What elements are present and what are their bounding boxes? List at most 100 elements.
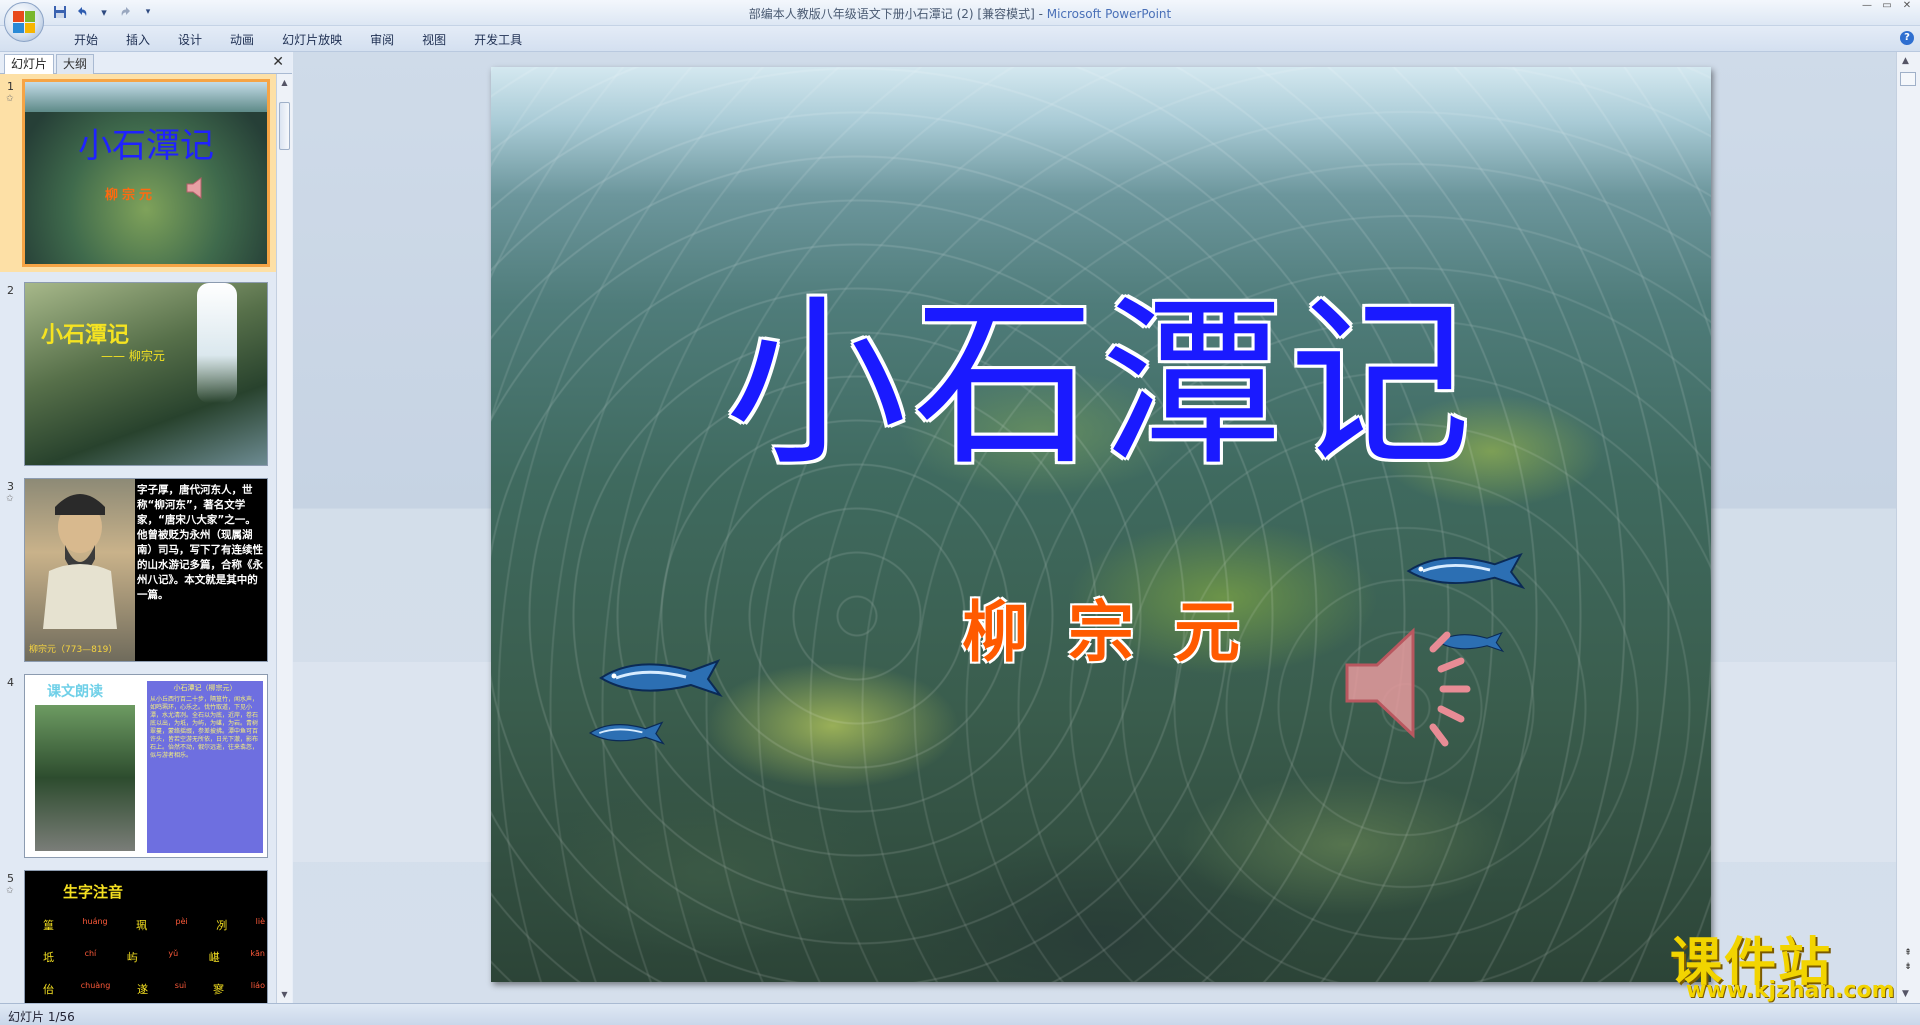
current-slide[interactable]: 小石潭记 柳宗元: [491, 67, 1711, 982]
char: 屿: [126, 951, 138, 964]
reading-label: 课文朗读: [47, 684, 103, 700]
phonetic-row: 篁 huáng 珮 pèi 冽 liè: [43, 917, 265, 933]
slide-scrollbar[interactable]: ▲ ⇞ ⇟ ▼: [1896, 52, 1920, 1003]
thumb-author: —— 柳宗元: [101, 349, 165, 363]
office-button[interactable]: [4, 2, 44, 42]
fish-icon: [599, 659, 723, 698]
slide-thumbnail-1[interactable]: 1 ✩ 小石潭记 柳宗元: [0, 74, 276, 272]
pinyin: chí: [84, 949, 97, 958]
phonetics-label: 生字注音: [63, 883, 124, 901]
maximize-icon[interactable]: ▭: [1878, 1, 1896, 12]
waterfall-image: [197, 283, 237, 403]
slide-number: 2: [7, 284, 14, 297]
fish-icon: [588, 721, 666, 745]
close-icon[interactable]: ✕: [1898, 1, 1916, 12]
text-box-title: 小石潭记（柳宗元）: [173, 684, 237, 692]
thumb-author: 柳宗元: [105, 188, 157, 203]
pinyin: yǔ: [168, 949, 179, 958]
watermark-url: www.kjzhan.com: [1686, 978, 1895, 1003]
slide-preview: 生字注音 篁 huáng 珮 pèi 冽 liè 坻 chí 屿 yǔ 嵁 kān 佁 chu…: [24, 870, 268, 1003]
ribbon-tab-bar: 开始 插入 设计 动画 幻灯片放映 审阅 视图 开发工具 ?: [0, 26, 1920, 52]
office-logo-icon: [13, 11, 35, 33]
scroll-up-icon[interactable]: ▲: [279, 78, 290, 87]
tab-home[interactable]: 开始: [60, 31, 112, 49]
scrollbar-thumb[interactable]: [1900, 72, 1916, 86]
thumb-title: 小石潭记: [41, 323, 130, 348]
slide-number: 3: [7, 480, 14, 493]
phonetic-row: 坻 chí 屿 yǔ 嵁 kān: [43, 949, 265, 965]
slide-preview: 柳宗元（773—819） 字子厚，唐代河东人，世称“柳河东”，著名文学家，“唐宋…: [24, 478, 268, 662]
phonetic-row: 佁 chuàng 遂 suì 寥 liáo: [43, 981, 265, 997]
char: 坻: [43, 951, 54, 964]
tab-developer[interactable]: 开发工具: [460, 31, 536, 49]
portrait-figure-icon: [43, 494, 117, 629]
watermark-logo: 课件站 www.kjzhan.com: [1670, 920, 1910, 1004]
animation-star-icon: ✩: [6, 886, 14, 896]
window-controls: — ▭ ✕: [1858, 1, 1916, 12]
slide-counter: 幻灯片 1/56: [8, 1010, 75, 1024]
minimize-icon[interactable]: —: [1858, 1, 1876, 12]
pinyin: liè: [255, 917, 265, 926]
help-icon[interactable]: ?: [1900, 31, 1914, 45]
char: 冽: [216, 919, 228, 932]
slide-thumbnail-2[interactable]: 2 小石潭记 —— 柳宗元: [0, 278, 276, 474]
pinyin: chuàng: [80, 981, 111, 990]
scroll-up-icon[interactable]: ▲: [1902, 56, 1909, 66]
speaker-icon: [186, 177, 202, 199]
slide-number: 1: [7, 80, 14, 93]
tab-outline[interactable]: 大纲: [56, 54, 95, 74]
slide-number: 4: [7, 676, 14, 689]
slide-thumbnail-list: 1 ✩ 小石潭记 柳宗元 2 小石潭记 —— 柳宗元 3 ✩ 柳宗元（773—8…: [0, 74, 276, 1003]
char: 嵁: [208, 951, 220, 964]
text-box: 小石潭记（柳宗元） 从小丘西行百二十步，隔篁竹，闻水声，如鸣珮环，心乐之。伐竹取…: [147, 681, 263, 853]
status-bar: 幻灯片 1/56: [0, 1003, 1920, 1025]
tab-slideshow[interactable]: 幻灯片放映: [268, 31, 356, 49]
slide-preview: 小石潭记 柳宗元: [22, 79, 270, 267]
title-bar: ▾ ▾ 部编本人教版八年级语文下册小石潭记 (2) [兼容模式] - Micro…: [0, 0, 1920, 26]
tab-insert[interactable]: 插入: [112, 31, 164, 49]
slide-editing-area: 小石潭记 柳宗元: [293, 52, 1896, 1003]
tab-design[interactable]: 设计: [164, 31, 216, 49]
water-caustics: [491, 67, 1711, 982]
pinyin: suì: [174, 981, 187, 990]
slide-thumbnail-5[interactable]: 5 ✩ 生字注音 篁 huáng 珮 pèi 冽 liè 坻 chí 屿 yǔ 嵁 kān …: [0, 866, 276, 1003]
tab-review[interactable]: 审阅: [356, 31, 408, 49]
tab-view[interactable]: 视图: [408, 31, 460, 49]
scroll-down-icon[interactable]: ▼: [279, 990, 290, 999]
pinyin: pèi: [175, 917, 188, 926]
slide-title[interactable]: 小石潭记: [491, 237, 1711, 500]
slide-thumbnail-3[interactable]: 3 ✩ 柳宗元（773—819） 字子厚，唐代河东人，世称“柳河东”，著名文学家…: [0, 474, 276, 670]
pinyin: huáng: [82, 917, 108, 926]
scrollbar-thumb[interactable]: [279, 102, 290, 150]
ribbon-tabs: 开始 插入 设计 动画 幻灯片放映 审阅 视图 开发工具: [60, 31, 536, 49]
char: 遂: [137, 983, 149, 996]
pinyin: kān: [250, 949, 265, 958]
slide-preview: 小石潭记 —— 柳宗元: [24, 282, 268, 466]
forest-image: [35, 705, 135, 851]
animation-star-icon: ✩: [6, 94, 14, 104]
slides-panel: 幻灯片 大纲 ✕ 1 ✩ 小石潭记 柳宗元 2 小石潭记 —— 柳宗元 3 ✩ …: [0, 52, 292, 1003]
portrait-image: 柳宗元（773—819）: [25, 479, 135, 661]
pinyin: liáo: [250, 981, 265, 990]
slide-thumbnail-4[interactable]: 4 课文朗读 小石潭记（柳宗元） 从小丘西行百二十步，隔篁竹，闻水声，如鸣珮环，…: [0, 670, 276, 866]
document-title: 部编本人教版八年级语文下册小石潭记 (2) [兼容模式] -: [748, 7, 1047, 21]
speaker-icon[interactable]: [1341, 613, 1481, 753]
char: 珮: [136, 919, 148, 932]
text-box-body: 从小丘西行百二十步，隔篁竹，闻水声，如鸣珮环，心乐之。伐竹取道，下见小潭，水尤清…: [150, 696, 259, 759]
panel-tabs: 幻灯片 大纲 ✕: [0, 52, 292, 74]
tab-slides[interactable]: 幻灯片: [4, 54, 55, 74]
char: 佁: [43, 983, 54, 996]
biography-text: 字子厚，唐代河东人，世称“柳河东”，著名文学家，“唐宋八大家”之一。他曾被贬为永…: [137, 484, 263, 601]
app-name: Microsoft PowerPoint: [1046, 7, 1172, 21]
sky-band: [25, 82, 267, 112]
close-panel-icon[interactable]: ✕: [272, 54, 284, 70]
window-title: 部编本人教版八年级语文下册小石潭记 (2) [兼容模式] - Microsoft…: [0, 5, 1920, 22]
tab-animations[interactable]: 动画: [216, 31, 268, 49]
slide-preview: 课文朗读 小石潭记（柳宗元） 从小丘西行百二十步，隔篁竹，闻水声，如鸣珮环，心乐…: [24, 674, 268, 858]
portrait-caption: 柳宗元（773—819）: [29, 645, 118, 655]
char: 寥: [213, 983, 224, 996]
thumb-title: 小石潭记: [78, 126, 214, 166]
thumbnail-scrollbar[interactable]: ▲ ▼: [276, 74, 292, 1003]
char: 篁: [43, 919, 54, 932]
slide-number: 5: [7, 872, 14, 885]
